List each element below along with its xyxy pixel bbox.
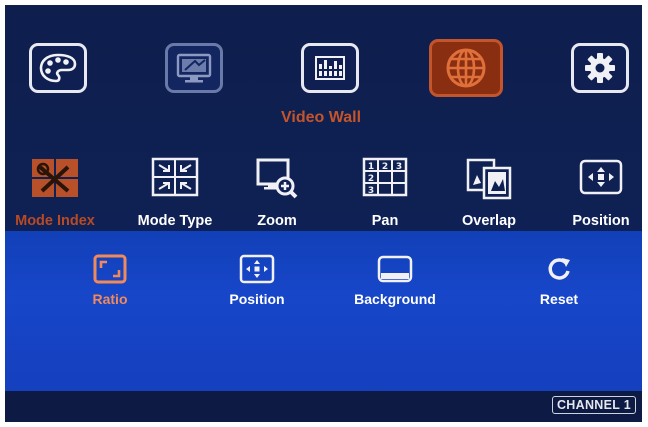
- reset-icon: [544, 254, 574, 288]
- top-menu-settings[interactable]: [571, 43, 629, 93]
- submenu-mode-type[interactable]: Mode Type: [125, 157, 225, 229]
- option-position[interactable]: Position: [197, 254, 317, 314]
- submenu-zoom[interactable]: Zoom: [227, 157, 327, 229]
- option-ratio[interactable]: Ratio: [50, 254, 170, 314]
- top-menu-display[interactable]: [165, 43, 223, 93]
- osd-screen: Video Wall Mode Index Mode Type Zoom 1 2…: [5, 5, 642, 422]
- top-menu-audio[interactable]: [301, 43, 359, 93]
- submenu-mode-index[interactable]: Mode Index: [5, 157, 105, 229]
- status-bar: [5, 391, 642, 422]
- aspect-corners-icon: [93, 254, 127, 288]
- option-label: Position: [229, 291, 285, 307]
- svg-text:3: 3: [368, 186, 374, 196]
- gear-icon: [585, 53, 615, 83]
- submenu-label: Pan: [371, 213, 399, 229]
- magnifier-monitor-icon: [255, 157, 299, 205]
- move-arrows-icon: [579, 157, 623, 201]
- submenu-label: Overlap: [462, 213, 516, 229]
- globe-icon: [446, 48, 486, 88]
- submenu-position[interactable]: Position: [551, 157, 642, 229]
- quad-arrows-icon: [151, 157, 199, 201]
- numbered-grid-icon: 1 2 3 2 3: [362, 157, 408, 201]
- top-menu-video-wall[interactable]: [429, 39, 503, 97]
- submenu-label: Mode Index: [15, 213, 95, 229]
- svg-text:1: 1: [368, 162, 374, 172]
- section-title: Video Wall: [281, 109, 362, 126]
- monitor-icon: [176, 53, 212, 83]
- option-label: Ratio: [92, 291, 128, 307]
- submenu-label: Zoom: [257, 213, 297, 229]
- option-reset[interactable]: Reset: [499, 254, 619, 314]
- top-menu-color[interactable]: [29, 43, 87, 93]
- submenu-pan[interactable]: 1 2 3 2 3 Pan: [335, 157, 435, 229]
- option-label: Background: [354, 291, 436, 307]
- palette-icon: [39, 53, 77, 83]
- submenu-label: Mode Type: [137, 213, 213, 229]
- svg-text:2: 2: [368, 174, 374, 184]
- svg-text:3: 3: [396, 162, 402, 172]
- move-arrows-icon: [239, 254, 275, 288]
- option-label: Reset: [539, 291, 579, 307]
- submenu-overlap[interactable]: Overlap: [439, 157, 539, 229]
- grid-tools-icon: [30, 157, 80, 203]
- svg-text:2: 2: [382, 162, 388, 172]
- equalizer-icon: [315, 56, 345, 80]
- channel-badge: CHANNEL 1: [551, 396, 636, 414]
- overlap-frames-icon: [465, 157, 513, 205]
- option-background[interactable]: Background: [335, 254, 455, 314]
- window-icon: [377, 254, 413, 288]
- submenu-label: Position: [572, 213, 630, 229]
